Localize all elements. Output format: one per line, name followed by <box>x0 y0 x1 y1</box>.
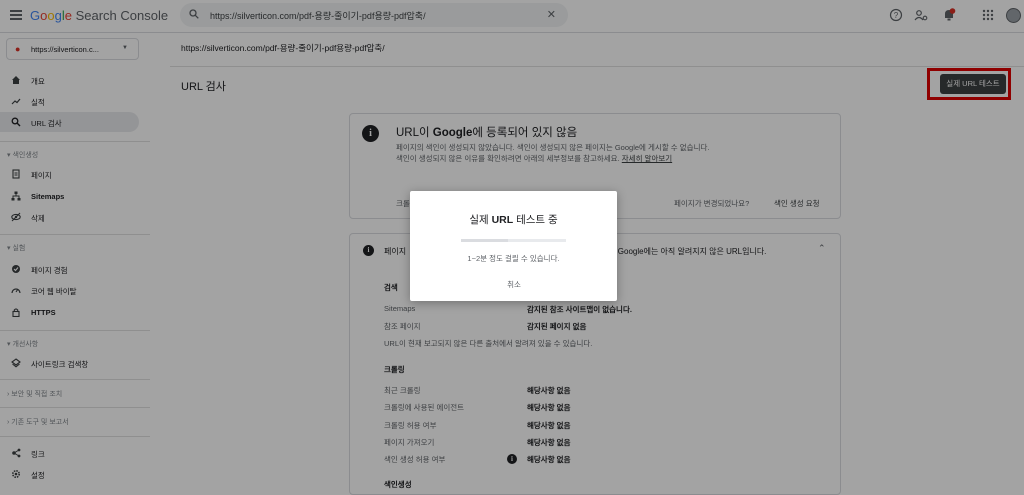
progress-fill <box>461 239 509 242</box>
dialog-title: 실제 URL 테스트 중 <box>469 214 558 226</box>
cancel-button[interactable]: 취소 <box>498 278 530 292</box>
progress-bar <box>461 239 566 242</box>
dialog-note: 1~2분 정도 걸릴 수 있습니다. <box>467 254 560 263</box>
live-test-dialog: 실제 URL 테스트 중 1~2분 정도 걸릴 수 있습니다. 취소 <box>410 191 617 301</box>
